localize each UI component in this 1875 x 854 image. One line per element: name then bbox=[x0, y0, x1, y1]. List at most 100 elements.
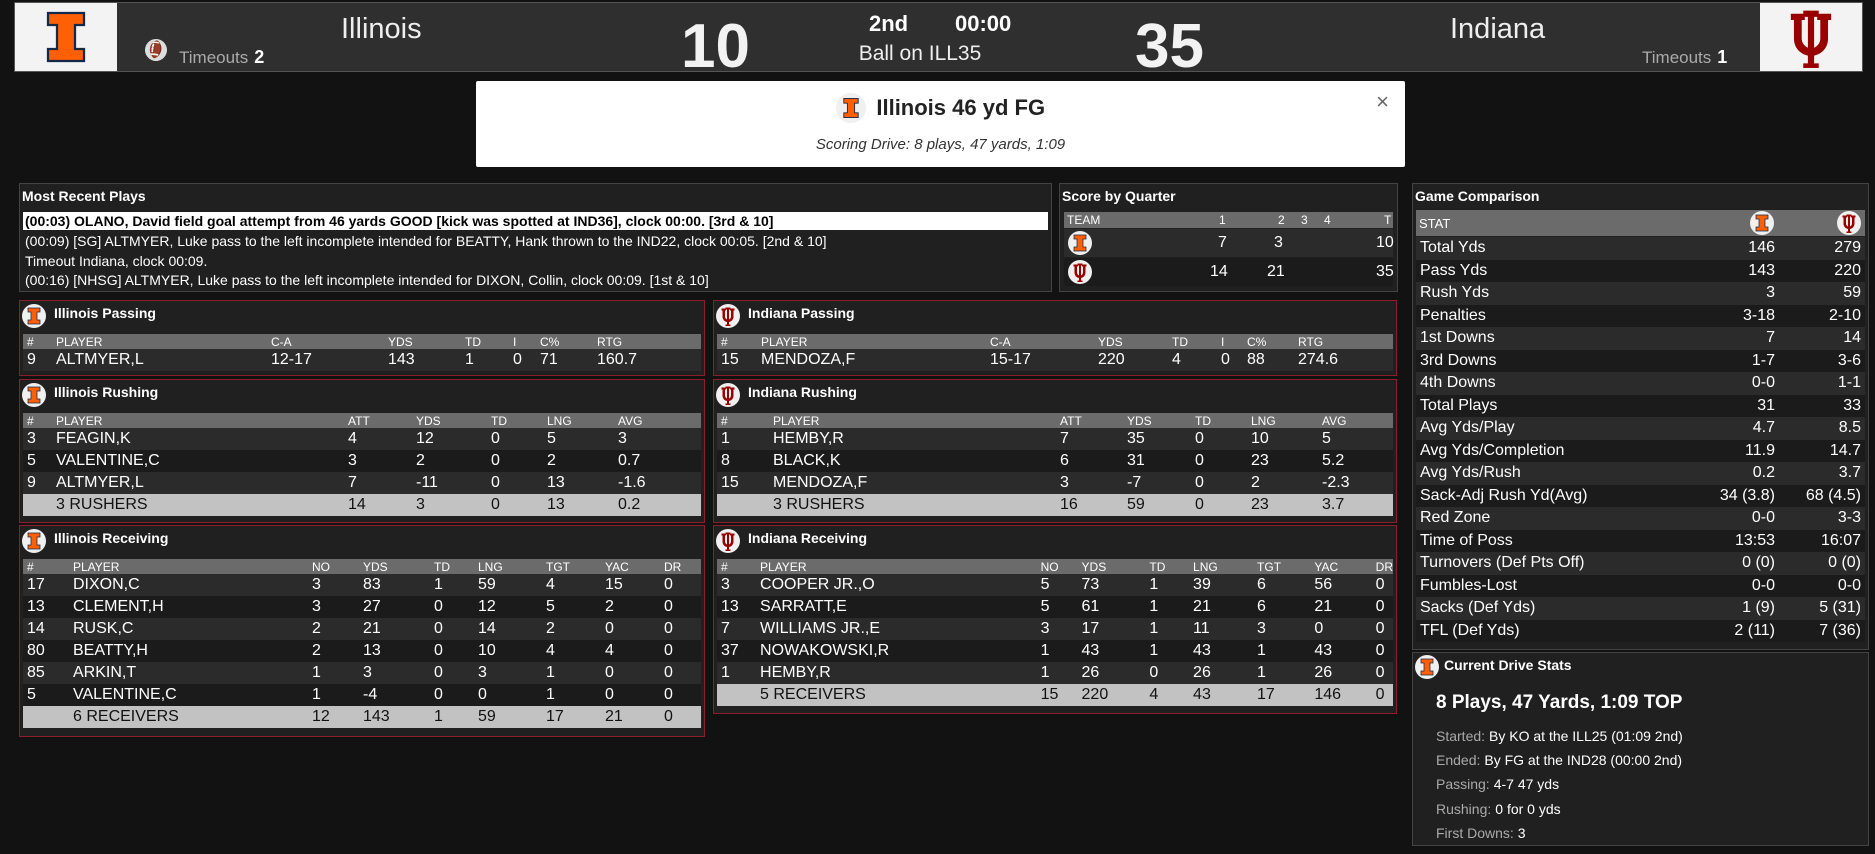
cell: 85 bbox=[27, 664, 45, 681]
indiana-logo-icon bbox=[716, 529, 740, 553]
drive-detail-label: Ended: bbox=[1436, 752, 1481, 769]
drive-detail-value: By FG at the IND28 (00:00 2nd) bbox=[1484, 752, 1683, 769]
indiana-rushing-rows: 1 HEMBY,R 7 35 0 10 5 8 BLACK,K 6 31 0 23 5.2 15 MENDOZ… bbox=[717, 428, 1393, 516]
illinois-receiving-title: Illinois Receiving bbox=[54, 530, 169, 546]
drive-detail-label: Passing: bbox=[1436, 776, 1490, 793]
cell: 3 bbox=[1257, 620, 1266, 637]
cell: 0 bbox=[1195, 430, 1204, 447]
illinois-logo-icon bbox=[22, 304, 46, 328]
player-name: DIXON,C bbox=[73, 576, 140, 593]
sbq-cell: 35 bbox=[1376, 263, 1394, 280]
col-header: # bbox=[23, 559, 69, 574]
recent-play: (00:16) [NHSG] ALTMYER, Luke pass to the… bbox=[25, 272, 709, 288]
player-name: FEAGIN,K bbox=[56, 430, 131, 447]
cell: 7 bbox=[721, 620, 730, 637]
cell: 9 bbox=[27, 351, 36, 368]
cell: 35 bbox=[1127, 430, 1145, 447]
stat-name: Fumbles-Lost bbox=[1420, 576, 1517, 594]
table-row: 8 BLACK,K 6 31 0 23 5.2 bbox=[717, 450, 1393, 472]
cell: 59 bbox=[478, 708, 496, 725]
illinois-value: 0-0 bbox=[1751, 374, 1775, 392]
col-header: # bbox=[717, 334, 757, 349]
sbq-head-total: T bbox=[1384, 213, 1392, 227]
cell: 0 bbox=[1375, 598, 1385, 615]
cell: 59 bbox=[1127, 496, 1145, 513]
illinois-logo bbox=[15, 3, 117, 71]
table-row: 13 SARRATT,E 5 61 1 21 6 21 0 bbox=[717, 596, 1393, 618]
cell: 5 bbox=[27, 452, 36, 469]
cell: 43 bbox=[1314, 642, 1333, 659]
player-name: 5 RECEIVERS bbox=[760, 686, 866, 703]
indiana-receiving-table: # PLAYER NO YDS TD LNG TGT YAC DR 3 COOPER JR.,O 5… bbox=[717, 559, 1393, 706]
illinois-value: 4.7 bbox=[1752, 419, 1775, 437]
banner-title: Illinois 46 yd FG bbox=[876, 95, 1046, 120]
illinois-value: 0.2 bbox=[1752, 464, 1775, 482]
stat-name: Time of Poss bbox=[1420, 531, 1513, 549]
cell: 5 bbox=[1322, 430, 1331, 447]
drive-detail-row: Rushing: 0 for 0 yds bbox=[1436, 801, 1561, 817]
col-header: C% bbox=[536, 334, 593, 349]
cell: 0 bbox=[664, 598, 673, 615]
cell: 3 bbox=[416, 496, 425, 513]
cell: 143 bbox=[363, 708, 390, 725]
player-name: ARKIN,T bbox=[73, 664, 137, 681]
sbq-cell: 21 bbox=[1267, 263, 1285, 280]
cell: 17 bbox=[546, 708, 564, 725]
col-header: TD bbox=[1191, 413, 1247, 428]
col-header: PLAYER bbox=[69, 559, 308, 574]
col-header: ATT bbox=[1056, 413, 1123, 428]
cell: 1 bbox=[721, 664, 730, 681]
score-by-quarter-panel: Score by Quarter TEAM 1 2 3 4 T 7 3 10 1… bbox=[1059, 183, 1398, 292]
col-header: PLAYER bbox=[52, 413, 344, 428]
cell: 0 bbox=[605, 664, 614, 681]
illinois-receiving-table: # PLAYER NO YDS TD LNG TGT YAC DR 17 DIXON,C 3 83 1 5… bbox=[23, 559, 701, 728]
cell: 3.7 bbox=[1322, 496, 1345, 513]
player-name: HEMBY,R bbox=[773, 430, 844, 447]
close-icon[interactable]: × bbox=[1376, 89, 1389, 115]
cell: 17 bbox=[1257, 686, 1275, 703]
table-row: 5 VALENTINE,C 1 -4 0 0 1 0 0 bbox=[23, 684, 701, 706]
cell: 15 bbox=[721, 351, 739, 368]
cell: 27 bbox=[363, 598, 381, 615]
recent-play: Timeout Indiana, clock 00:09. bbox=[25, 253, 208, 269]
indiana-value: 16:07 bbox=[1820, 531, 1861, 549]
cell: 23 bbox=[1251, 452, 1269, 469]
cell: 274.6 bbox=[1298, 351, 1339, 368]
drive-detail-row: Passing: 4-7 47 yds bbox=[1436, 776, 1559, 792]
cell bbox=[717, 684, 756, 706]
indiana-logo-icon bbox=[1837, 211, 1861, 235]
cell: 17 bbox=[27, 576, 45, 593]
indiana-value: 220 bbox=[1834, 261, 1861, 279]
cell: 1 bbox=[1040, 664, 1050, 681]
player-name: 6 RECEIVERS bbox=[73, 708, 179, 725]
drive-detail-row: Ended: By FG at the IND28 (00:00 2nd) bbox=[1436, 752, 1682, 768]
cell: 0.2 bbox=[618, 496, 641, 513]
current-drive-title: Current Drive Stats bbox=[1444, 657, 1572, 673]
col-header: TD bbox=[1168, 334, 1217, 349]
cell: 88 bbox=[1247, 351, 1265, 368]
cell: 0 bbox=[1195, 452, 1204, 469]
drive-detail-value: 4-7 47 yds bbox=[1493, 776, 1560, 793]
cell: 0 bbox=[434, 620, 443, 637]
col-header: TD bbox=[430, 559, 474, 574]
cell: 0 bbox=[434, 598, 443, 615]
cell: 10 bbox=[478, 642, 496, 659]
cell: 0 bbox=[1314, 620, 1324, 637]
indiana-passing-title: Indiana Passing bbox=[748, 305, 855, 321]
table-row: 15 MENDOZA,F 3 -7 0 2 -2.3 bbox=[717, 472, 1393, 494]
cell: 1 bbox=[312, 686, 321, 703]
col-header: YDS bbox=[1077, 559, 1146, 574]
cell: 4 bbox=[605, 642, 614, 659]
current-drive-panel: Current Drive Stats 8 Plays, 47 Yards, 1… bbox=[1412, 652, 1869, 846]
stat-name: 4th Downs bbox=[1420, 374, 1496, 392]
timeouts-count: 1 bbox=[1717, 47, 1728, 67]
indiana-timeouts: Timeouts 1 bbox=[1642, 47, 1727, 68]
stat-row: Avg Yds/Completion 11.9 14.7 bbox=[1416, 439, 1865, 462]
stat-name: Sack-Adj Rush Yd(Avg) bbox=[1420, 486, 1588, 504]
cell: 80 bbox=[27, 642, 45, 659]
indiana-value: 8.5 bbox=[1838, 419, 1861, 437]
cell: 0 bbox=[491, 452, 500, 469]
cell: 15-17 bbox=[990, 351, 1031, 368]
game-comparison-table: Total Yds 146 279 Pass Yds 143 220 Rush Yds 3 59… bbox=[1416, 237, 1865, 642]
cell: 12 bbox=[478, 598, 496, 615]
